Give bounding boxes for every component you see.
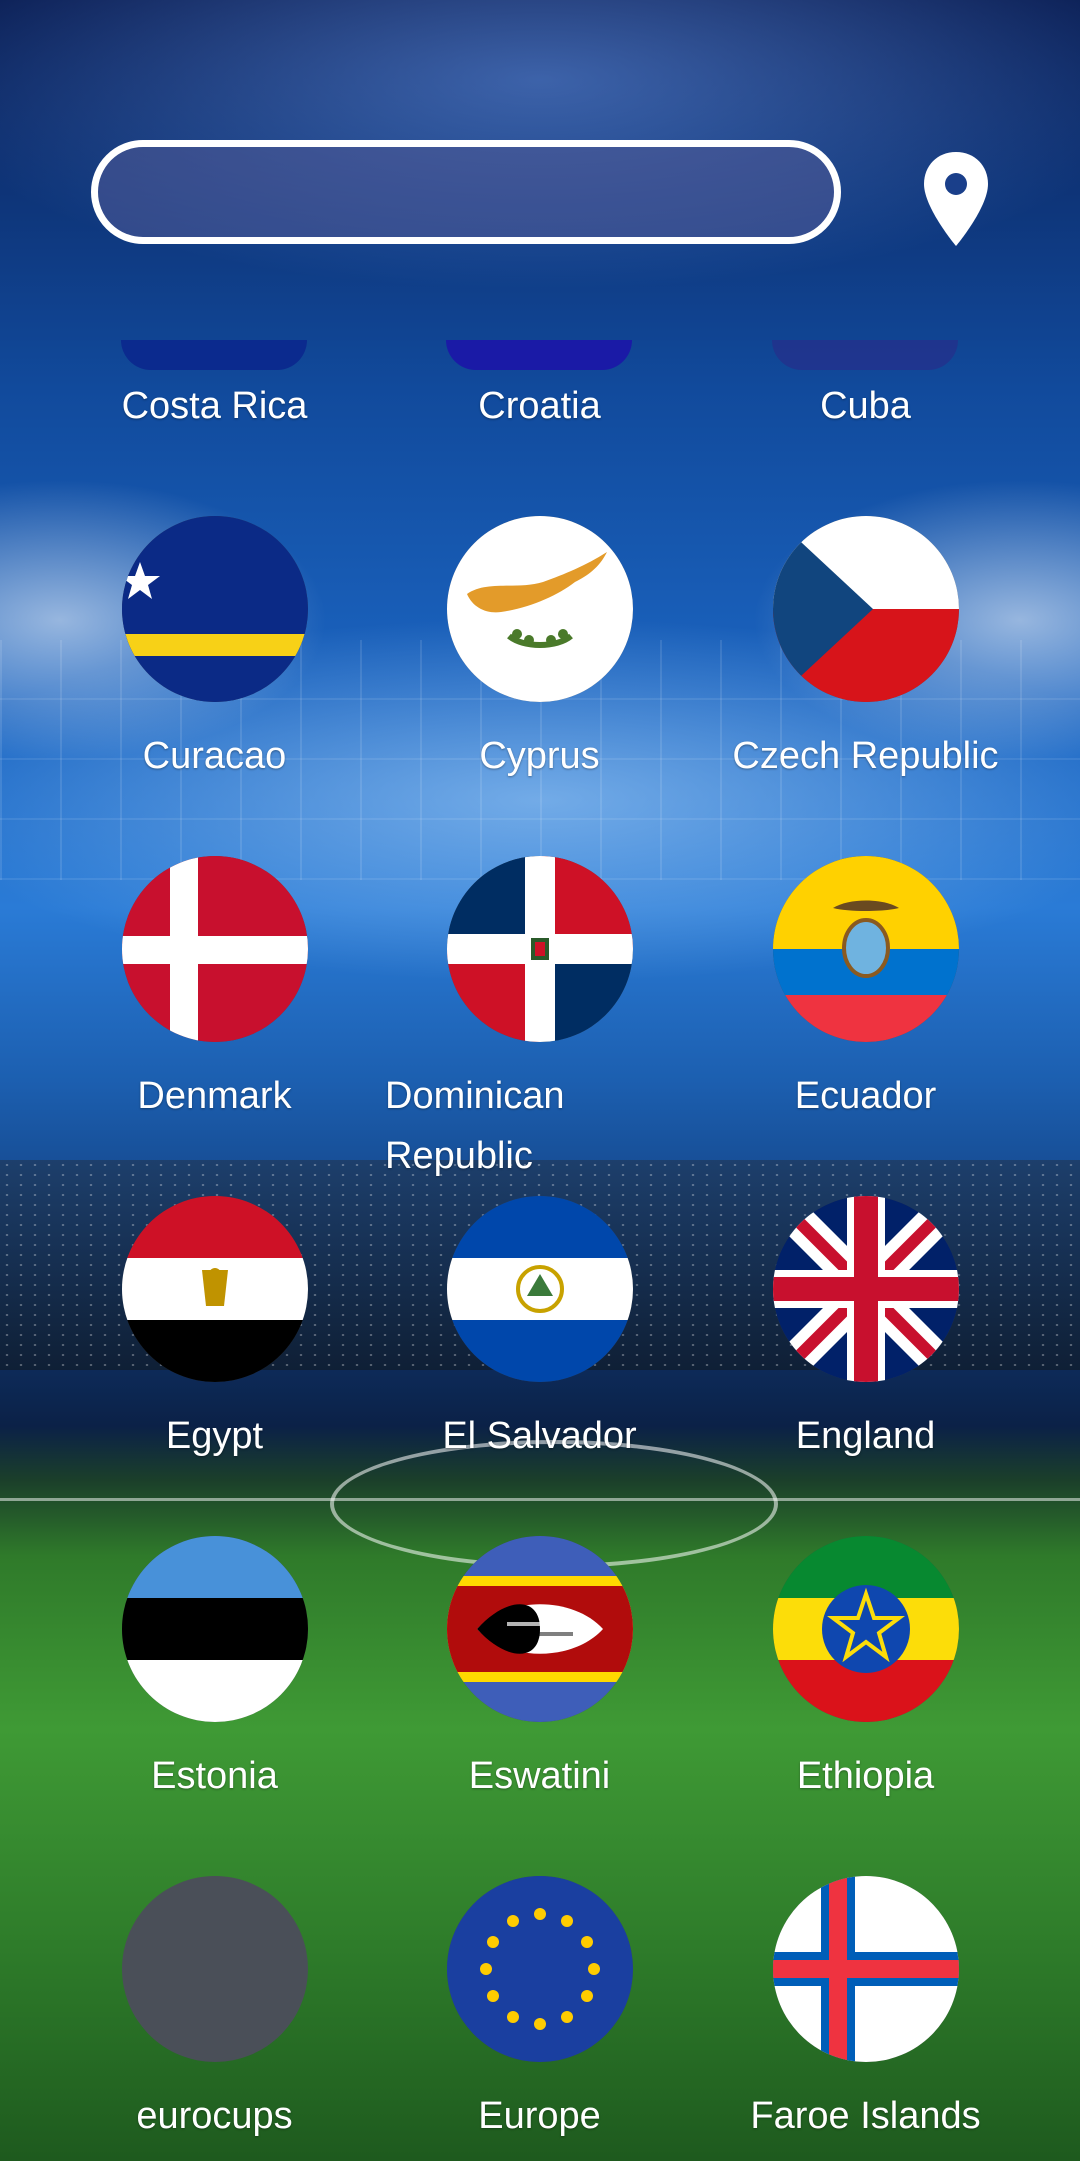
flag-cyprus-icon: [446, 516, 633, 702]
country-label: eurocups: [136, 2095, 293, 2137]
grid-item-czech-republic[interactable]: Czech Republic: [703, 516, 1028, 786]
country-label: Croatia: [478, 385, 601, 427]
country-label: El Salvador: [442, 1415, 637, 1457]
flag-curacao-icon: [121, 516, 308, 702]
country-label: Denmark: [137, 1075, 292, 1117]
country-label: Curacao: [142, 735, 287, 777]
country-label: Estonia: [151, 1755, 278, 1797]
grid-item-faroe-islands[interactable]: Faroe Islands: [703, 1876, 1028, 2146]
country-label: Egypt: [165, 1415, 264, 1457]
country-label: Faroe Islands: [750, 2095, 981, 2137]
country-label: Costa Rica: [121, 385, 308, 427]
grid-item-denmark[interactable]: Denmark: [52, 856, 377, 1126]
flag-eswatini-icon: [446, 1536, 633, 1722]
flag-ecuador-icon: [772, 856, 959, 1042]
country-grid: Costa Rica Croatia Cuba Curacao Cyprus C…: [0, 0, 1080, 2161]
flag-dominican-republic-icon: [446, 856, 633, 1042]
flag-eurocups-icon: [121, 1876, 308, 2062]
grid-item-costa-rica[interactable]: Costa Rica: [52, 300, 377, 436]
flag-cuba-icon: [772, 340, 958, 370]
grid-item-croatia[interactable]: Croatia: [377, 300, 702, 436]
country-label: Ethiopia: [796, 1755, 935, 1797]
flag-egypt-icon: [121, 1196, 308, 1382]
flag-denmark-icon: [121, 856, 308, 1042]
flag-england-icon: [772, 1196, 959, 1382]
country-label: Ecuador: [794, 1075, 937, 1117]
grid-item-england[interactable]: England: [703, 1196, 1028, 1466]
flag-costa-rica-icon: [121, 340, 307, 370]
flag-ethiopia-icon: [772, 1536, 959, 1722]
grid-item-cyprus[interactable]: Cyprus: [377, 516, 702, 786]
grid-item-cuba[interactable]: Cuba: [703, 300, 1028, 436]
grid-item-dominican-republic[interactable]: Dominican Republic: [377, 856, 702, 1186]
country-label: Cuba: [820, 385, 911, 427]
flag-estonia-icon: [121, 1536, 308, 1722]
flag-czech-republic-icon: [772, 516, 959, 702]
country-label: Cyprus: [479, 735, 600, 777]
grid-item-el-salvador[interactable]: El Salvador: [377, 1196, 702, 1466]
country-label: England: [795, 1415, 936, 1457]
grid-item-estonia[interactable]: Estonia: [52, 1536, 377, 1806]
flag-croatia-icon: [446, 340, 632, 370]
grid-item-ecuador[interactable]: Ecuador: [703, 856, 1028, 1126]
country-label: Dominican Republic: [385, 1075, 565, 1177]
flag-faroe-islands-icon: [772, 1876, 959, 2062]
country-label: Eswatini: [468, 1755, 611, 1797]
grid-item-curacao[interactable]: Curacao: [52, 516, 377, 786]
country-label: Czech Republic: [732, 735, 999, 777]
grid-item-egypt[interactable]: Egypt: [52, 1196, 377, 1466]
flag-el-salvador-icon: [446, 1196, 633, 1382]
grid-item-eurocups[interactable]: eurocups: [52, 1876, 377, 2146]
grid-item-eswatini[interactable]: Eswatini: [377, 1536, 702, 1806]
flag-europe-icon: [446, 1876, 633, 2062]
country-label: Europe: [478, 2095, 601, 2137]
grid-item-europe[interactable]: Europe: [377, 1876, 702, 2146]
grid-item-ethiopia[interactable]: Ethiopia: [703, 1536, 1028, 1806]
